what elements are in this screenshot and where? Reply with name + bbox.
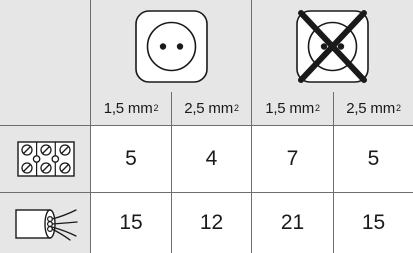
table-cell: 7 [286, 147, 299, 170]
subheader-cross-section-1: 1,5 mm 2 [103, 100, 159, 117]
table-cell: 5 [367, 147, 380, 170]
table-cell: 15 [119, 211, 143, 234]
table-cell: 5 [125, 147, 137, 170]
terminal-block-icon [17, 141, 75, 177]
compatibility-table: 1,5 mm 2 2,5 mm 2 1,5 mm 2 2,5 mm 2 5 4 … [0, 0, 413, 253]
table-cell: 15 [361, 211, 386, 234]
cable-icon [15, 209, 78, 241]
table-cell: 21 [280, 211, 305, 234]
socket-crossed-icon [296, 10, 369, 83]
subheader-cross-section-3: 1,5 mm 2 [265, 100, 320, 117]
table-cell: 12 [199, 211, 224, 234]
subheader-cross-section-2: 2,5 mm 2 [184, 100, 239, 117]
socket-icon [135, 10, 208, 83]
table-cell: 4 [205, 147, 218, 170]
subheader-cross-section-4: 2,5 mm 2 [346, 100, 401, 117]
